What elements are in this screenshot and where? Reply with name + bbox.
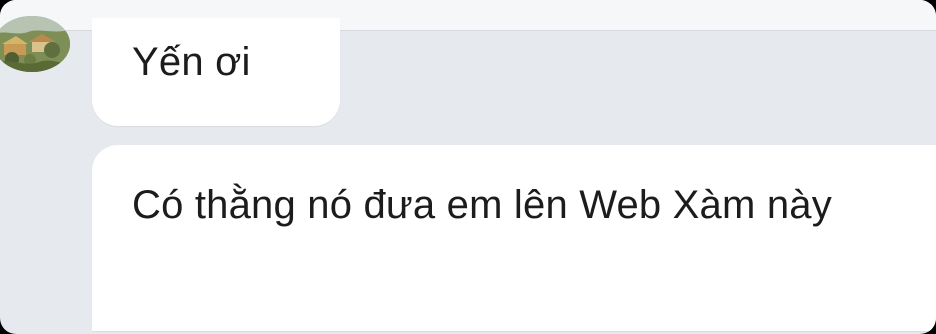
message-text-1: Yến ơi xyxy=(132,40,251,84)
message-bubble-2[interactable]: Có thằng nó đưa em lên Web Xàm này xyxy=(92,145,936,331)
message-text-2: Có thằng nó đưa em lên Web Xàm này xyxy=(132,183,832,227)
chat-window: Yến ơi Có thằng nó đưa em lên Web Xàm nà… xyxy=(0,0,936,334)
sender-avatar[interactable] xyxy=(0,16,70,72)
message-bubble-1[interactable]: Yến ơi xyxy=(92,18,340,126)
avatar-image xyxy=(0,16,70,72)
